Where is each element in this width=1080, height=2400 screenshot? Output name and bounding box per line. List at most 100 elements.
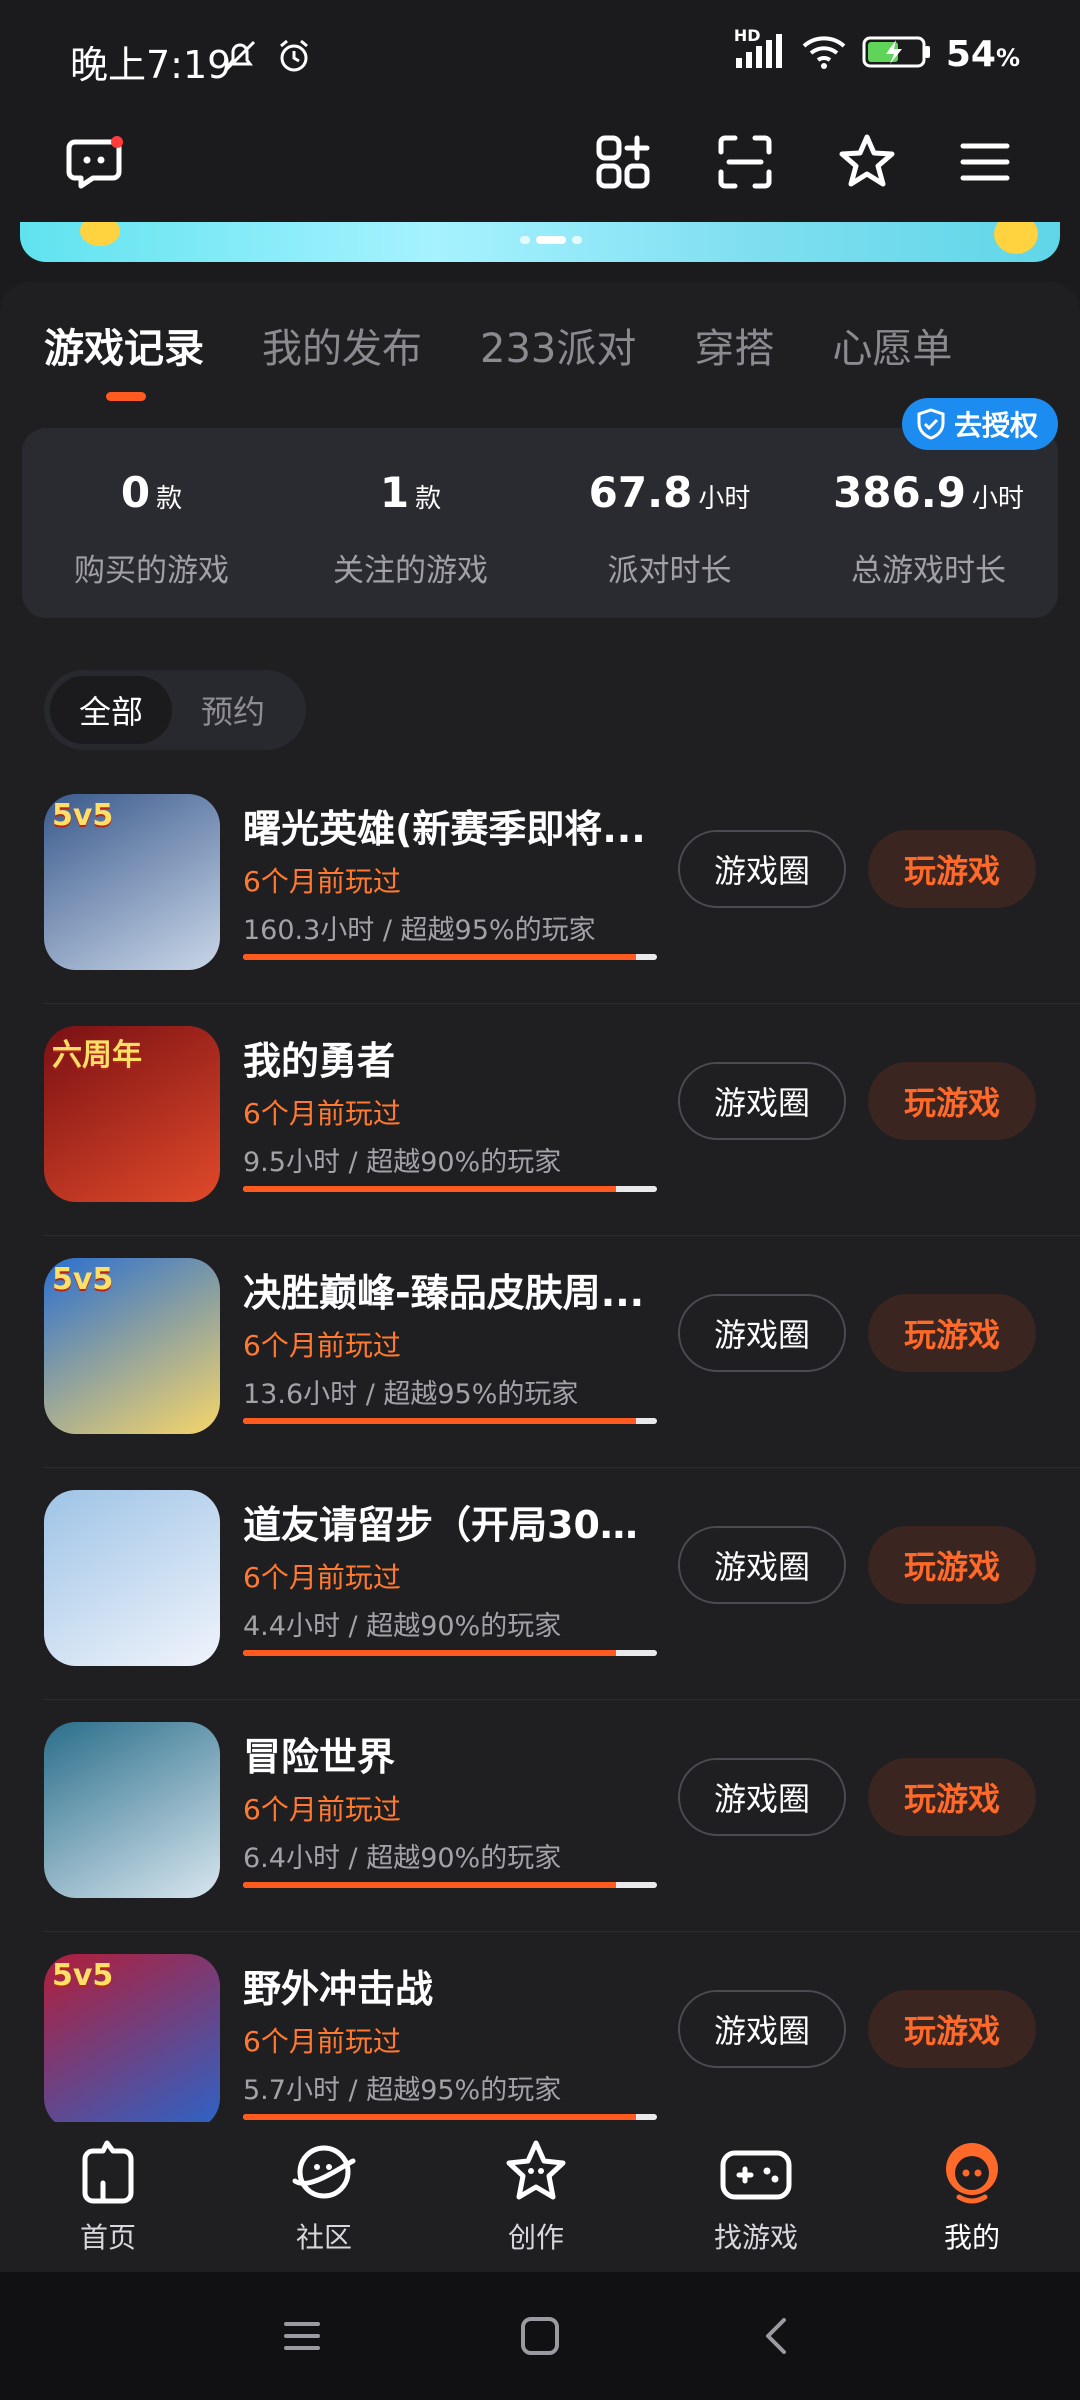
game-icon[interactable]: 5v5	[44, 1954, 220, 2130]
filter-segment: 全部 预约	[44, 670, 306, 750]
stat-value: 386.9	[833, 468, 966, 517]
banner-coin-decoration	[994, 222, 1038, 254]
stat-unit: 小时	[971, 484, 1024, 514]
game-icon[interactable]: 六周年	[44, 1026, 220, 1202]
game-row[interactable]: 六周年 我的勇者 6个月前玩过 9.5小时 / 超越90%的玩家 游戏圈 玩游戏	[0, 1004, 1080, 1236]
nav-label: 找游戏	[713, 2221, 798, 2254]
game-playtime: 6.4小时 / 超越90%的玩家	[243, 1843, 562, 1874]
play-game-button[interactable]: 玩游戏	[868, 1062, 1036, 1140]
menu-icon[interactable]	[948, 125, 1022, 199]
back-icon[interactable]	[748, 2306, 808, 2366]
playtime-rank-bar	[243, 1882, 657, 1888]
playtime-rank-bar-fill	[243, 1650, 616, 1656]
nav-label: 创作	[507, 2221, 564, 2254]
stat-unit: 小时	[698, 484, 751, 514]
nav-find-games[interactable]: 找游戏	[686, 2134, 826, 2256]
stat-value: 0	[120, 468, 151, 517]
network-label: HD	[733, 26, 761, 45]
stat-party-time[interactable]: 67.8 小时 派对时长	[540, 468, 799, 590]
game-playtime: 9.5小时 / 超越90%的玩家	[243, 1147, 562, 1178]
authorize-button[interactable]: 去授权	[901, 398, 1058, 450]
game-playtime: 160.3小时 / 超越95%的玩家	[243, 915, 596, 946]
tab-game-records[interactable]: 游戏记录	[44, 316, 204, 374]
add-widget-icon[interactable]	[586, 125, 660, 199]
create-icon	[498, 2134, 574, 2210]
stat-purchased[interactable]: 0款 购买的游戏	[22, 468, 281, 590]
play-game-button[interactable]: 玩游戏	[868, 1990, 1036, 2068]
playtime-rank-bar-fill	[243, 1882, 616, 1888]
battery-text: 54%	[945, 33, 1020, 75]
playtime-rank-bar	[243, 2114, 657, 2120]
stats-card: 去授权 0款 购买的游戏 1款 关注的游戏 67.8 小时 派对时长 386.9 小…	[22, 398, 1058, 618]
messages-icon[interactable]	[58, 125, 132, 199]
playtime-rank-bar	[243, 954, 657, 960]
scan-icon[interactable]	[708, 125, 782, 199]
game-circle-button[interactable]: 游戏圈	[678, 1990, 846, 2068]
nav-label: 首页	[79, 2221, 136, 2254]
game-playtime: 13.6小时 / 超越95%的玩家	[243, 1379, 579, 1410]
filter-reserved[interactable]: 预约	[172, 676, 294, 744]
filter-all[interactable]: 全部	[50, 676, 172, 744]
recents-icon[interactable]	[272, 2306, 332, 2366]
tab-wishlist[interactable]: 心愿单	[832, 316, 952, 374]
game-circle-button[interactable]: 游戏圈	[678, 1526, 846, 1604]
nav-community[interactable]: 社区	[254, 2134, 394, 2256]
signal-icon: HD	[734, 26, 786, 76]
stat-label: 总游戏时长	[851, 553, 1006, 589]
game-playtime: 4.4小时 / 超越90%的玩家	[243, 1611, 562, 1642]
tab-my-posts[interactable]: 我的发布	[262, 316, 422, 374]
game-circle-button[interactable]: 游戏圈	[678, 1758, 846, 1836]
nav-create[interactable]: 创作	[466, 2134, 606, 2256]
play-game-button[interactable]: 玩游戏	[868, 1294, 1036, 1372]
game-icon-badge: 5v5	[52, 1958, 114, 1993]
game-row[interactable]: 5v5 决胜巅峰-臻品皮肤周... 6个月前玩过 13.6小时 / 超越95%的玩家 游…	[0, 1236, 1080, 1468]
play-game-button[interactable]: 玩游戏	[868, 830, 1036, 908]
stat-followed[interactable]: 1款 关注的游戏	[281, 468, 540, 590]
game-icon[interactable]	[44, 1722, 220, 1898]
home-icon	[70, 2134, 146, 2210]
game-icon[interactable]: 5v5	[44, 794, 220, 970]
tab-indicator	[106, 392, 146, 401]
game-circle-button[interactable]: 游戏圈	[678, 1294, 846, 1372]
community-icon	[286, 2134, 362, 2210]
game-last-played: 6个月前玩过	[243, 865, 401, 898]
game-row[interactable]: 冒险世界 6个月前玩过 6.4小时 / 超越90%的玩家 游戏圈 玩游戏	[0, 1700, 1080, 1932]
nav-profile[interactable]: 我的	[902, 2134, 1042, 2256]
game-circle-button[interactable]: 游戏圈	[678, 1062, 846, 1140]
stat-label: 购买的游戏	[74, 553, 229, 589]
stat-value: 67.8	[588, 468, 693, 517]
stat-unit: 款	[156, 484, 183, 514]
mute-icon	[220, 36, 260, 80]
game-icon[interactable]	[44, 1490, 220, 1666]
profile-icon	[934, 2134, 1010, 2210]
authorize-label: 去授权	[953, 409, 1038, 442]
banner-coin-decoration	[80, 222, 120, 246]
game-name: 我的勇者	[243, 1039, 396, 1083]
playtime-rank-bar-fill	[243, 1418, 637, 1424]
game-playtime: 5.7小时 / 超越95%的玩家	[243, 2075, 562, 2106]
game-row[interactable]: 道友请留步（开局30万... 6个月前玩过 4.4小时 / 超越90%的玩家 游戏圈玩…	[0, 1468, 1080, 1700]
game-icon-badge: 5v5	[52, 798, 114, 833]
play-game-button[interactable]: 玩游戏	[868, 1526, 1036, 1604]
play-game-button[interactable]: 玩游戏	[868, 1758, 1036, 1836]
game-last-played: 6个月前玩过	[243, 1793, 401, 1826]
banner-page-dots	[520, 236, 582, 244]
nav-home[interactable]: 首页	[38, 2134, 178, 2256]
banner-carousel[interactable]	[20, 222, 1060, 262]
nav-label: 社区	[295, 2221, 352, 2254]
favorite-icon[interactable]	[830, 125, 904, 199]
status-bar: 晚上7:19 HD 54%	[0, 0, 1080, 115]
playtime-rank-bar	[243, 1650, 657, 1656]
shield-check-icon	[917, 408, 945, 440]
tab-233-party[interactable]: 233派对	[480, 316, 636, 374]
alarm-icon	[274, 36, 314, 80]
home-square-icon[interactable]	[510, 2306, 570, 2366]
stat-value: 1	[379, 468, 410, 517]
game-row[interactable]: 5v5 曙光英雄(新赛季即将... 6个月前玩过 160.3小时 / 超越95%的玩家…	[0, 772, 1080, 1004]
status-right-icons: HD 54%	[734, 26, 1020, 76]
tab-outfits[interactable]: 穿搭	[694, 316, 774, 374]
game-name: 冒险世界	[243, 1735, 396, 1779]
stat-total-time[interactable]: 386.9 小时 总游戏时长	[799, 468, 1058, 590]
game-icon[interactable]: 5v5	[44, 1258, 220, 1434]
game-circle-button[interactable]: 游戏圈	[678, 830, 846, 908]
